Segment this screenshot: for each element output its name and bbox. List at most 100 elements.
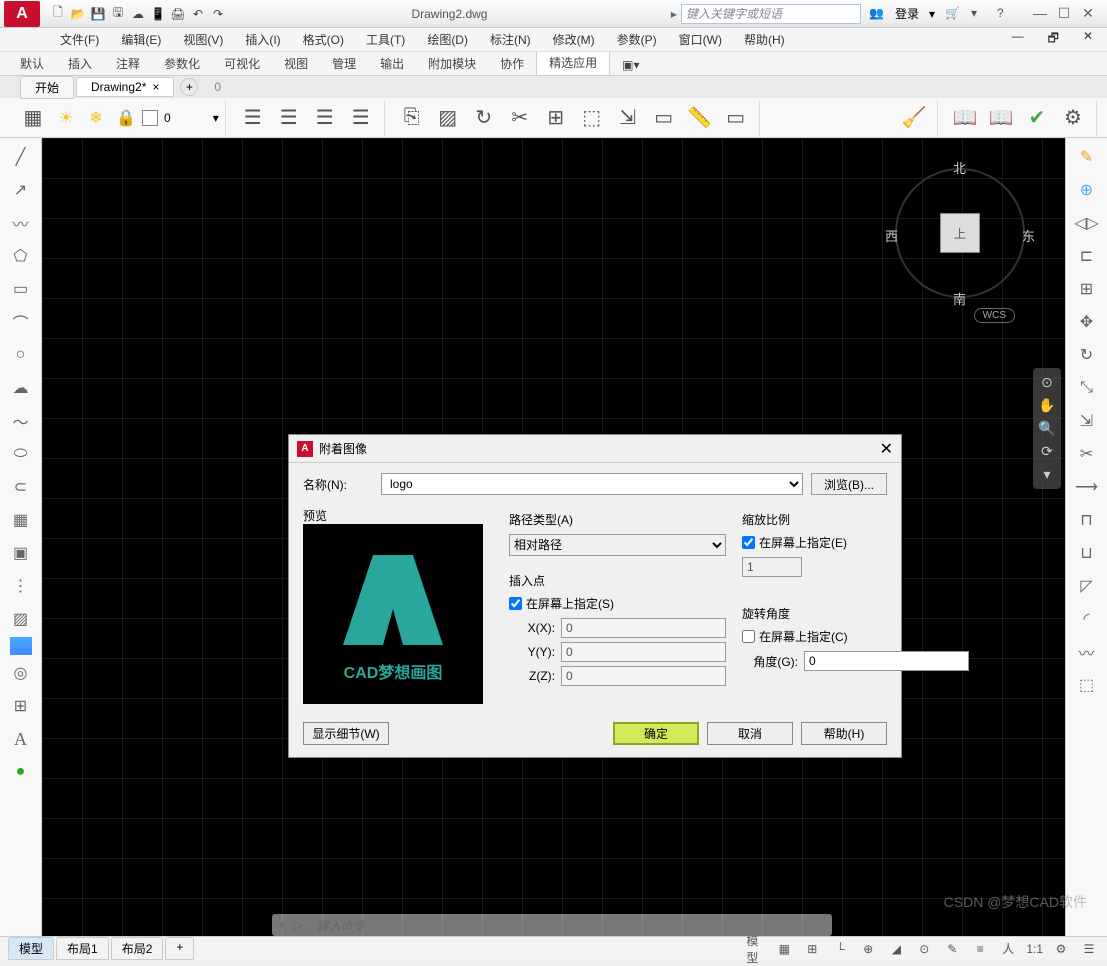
tab-add-icon[interactable]: +: [180, 78, 198, 96]
blend-icon[interactable]: 〰: [1072, 637, 1102, 667]
command-line[interactable]: × ▷_ 键入命令: [272, 914, 832, 936]
print-icon[interactable]: 🖨: [170, 6, 186, 22]
pencil-icon[interactable]: ✎: [1072, 142, 1102, 172]
insert-icon[interactable]: ▦: [6, 505, 36, 535]
cart-icon[interactable]: 🛒: [945, 6, 961, 22]
sb-lw-icon[interactable]: ≡: [970, 939, 990, 959]
menu-edit[interactable]: 编辑(E): [111, 29, 171, 50]
check-icon[interactable]: ✔: [1020, 101, 1054, 135]
cancel-button[interactable]: 取消: [707, 722, 793, 745]
drawing-canvas[interactable]: 上 北 南 东 西 WCS ⊙ ✋ 🔍 ⟳ ▾ × ▷_ 键入命令 A 附着图像…: [42, 138, 1065, 936]
group-icon[interactable]: ▭: [647, 101, 681, 135]
menu-draw[interactable]: 绘图(D): [417, 29, 478, 50]
hatch-icon[interactable]: ▨: [431, 101, 465, 135]
new-icon[interactable]: 🗋: [50, 6, 66, 22]
layer-box[interactable]: [142, 110, 158, 126]
menu-window[interactable]: 窗口(W): [669, 29, 732, 50]
scale-input[interactable]: [742, 557, 802, 577]
gradient-icon[interactable]: [10, 637, 32, 655]
tool-icon[interactable]: ⚙: [1056, 101, 1090, 135]
break-icon[interactable]: ⊓: [1072, 505, 1102, 535]
array2-icon[interactable]: ⊞: [1072, 274, 1102, 304]
rect-icon[interactable]: ▭: [6, 274, 36, 304]
compass-e[interactable]: 东: [1022, 226, 1035, 245]
chamfer-icon[interactable]: ◸: [1072, 571, 1102, 601]
book2-icon[interactable]: 📖: [984, 101, 1018, 135]
polygon-icon[interactable]: ⬠: [6, 241, 36, 271]
line-icon[interactable]: ╱: [6, 142, 36, 172]
select-icon[interactable]: ▭: [719, 101, 753, 135]
pathtype-select[interactable]: 相对路径: [509, 534, 726, 556]
mdi-min-icon[interactable]: —: [1002, 27, 1034, 52]
xline-icon[interactable]: ↗: [6, 175, 36, 205]
sb-人-icon[interactable]: 人: [998, 939, 1018, 959]
copy2-icon[interactable]: ⊕: [1072, 175, 1102, 205]
tab-featured[interactable]: 精选应用: [536, 50, 610, 75]
detail-button[interactable]: 显示细节(W): [303, 722, 389, 745]
login-button[interactable]: 登录: [895, 5, 919, 22]
menu-insert[interactable]: 插入(I): [235, 29, 290, 50]
dialog-titlebar[interactable]: A 附着图像 ✕: [289, 435, 901, 463]
angle-input[interactable]: [804, 651, 969, 671]
help-button[interactable]: 帮助(H): [801, 722, 887, 745]
layers2-icon[interactable]: ☰: [272, 101, 306, 135]
rotate2-icon[interactable]: ↻: [1072, 340, 1102, 370]
rotate-icon[interactable]: ↻: [467, 101, 501, 135]
mirror-icon[interactable]: ◁▷: [1072, 208, 1102, 238]
compass-s[interactable]: 南: [953, 289, 966, 308]
mdi-close-icon[interactable]: ✕: [1073, 27, 1103, 52]
spline-icon[interactable]: 〜: [6, 406, 36, 436]
block-icon[interactable]: ▣: [6, 538, 36, 568]
tab-manage[interactable]: 管理: [320, 52, 368, 75]
save-icon[interactable]: 💾: [90, 6, 106, 22]
move-icon[interactable]: ✥: [1072, 307, 1102, 337]
wcs-badge[interactable]: WCS: [974, 308, 1015, 323]
specify-e-checkbox[interactable]: [742, 536, 755, 549]
explode2-icon[interactable]: ⬚: [1072, 670, 1102, 700]
dropdown-icon[interactable]: ▾: [929, 7, 935, 21]
layers4-icon[interactable]: ☰: [344, 101, 378, 135]
x-input[interactable]: [561, 618, 726, 638]
table-icon[interactable]: ⊞: [6, 691, 36, 721]
sb-osnap-icon[interactable]: ⊙: [914, 939, 934, 959]
z-input[interactable]: [561, 666, 726, 686]
menu-format[interactable]: 格式(O): [293, 29, 354, 50]
app-icon[interactable]: ▾: [971, 6, 987, 22]
measure-icon[interactable]: 📏: [683, 101, 717, 135]
offset-icon[interactable]: ⊏: [1072, 241, 1102, 271]
saveas-icon[interactable]: 🖫: [110, 6, 126, 22]
explode-icon[interactable]: ⬚: [575, 101, 609, 135]
ellipse-icon[interactable]: ⬭: [6, 439, 36, 469]
sb-model[interactable]: 模型: [746, 939, 766, 959]
tab-drawing2[interactable]: Drawing2* ×: [76, 77, 174, 97]
menu-help[interactable]: 帮助(H): [734, 29, 795, 50]
specify-s-checkbox[interactable]: [509, 597, 522, 610]
tab-expand-icon[interactable]: ▣▾: [610, 55, 651, 75]
pline-icon[interactable]: 〰: [6, 208, 36, 238]
sb-menu-icon[interactable]: ☰: [1079, 939, 1099, 959]
broom-icon[interactable]: 🧹: [897, 101, 931, 135]
tab-collab[interactable]: 协作: [488, 52, 536, 75]
tab-addins[interactable]: 附加模块: [416, 52, 488, 75]
extend-icon[interactable]: ⟶: [1072, 472, 1102, 502]
arc-icon[interactable]: ⌒: [6, 307, 36, 337]
sb-dyn-icon[interactable]: ✎: [942, 939, 962, 959]
ellipsearc-icon[interactable]: ⊂: [6, 472, 36, 502]
layer-panel-icon[interactable]: ▦: [16, 101, 50, 135]
nav-bar[interactable]: ⊙ ✋ 🔍 ⟳ ▾: [1033, 368, 1061, 489]
mobile-icon[interactable]: 📱: [150, 6, 166, 22]
nav-more-icon[interactable]: ▾: [1043, 466, 1050, 483]
cmd-close-icon[interactable]: ×: [278, 918, 285, 932]
layout1-tab[interactable]: 布局1: [56, 937, 109, 960]
nav-wheel-icon[interactable]: ⊙: [1041, 374, 1053, 391]
help-icon[interactable]: ?: [997, 6, 1013, 22]
text-icon[interactable]: A: [6, 724, 36, 754]
sb-scale[interactable]: 1:1: [1026, 942, 1043, 956]
tab-param[interactable]: 参数化: [152, 52, 212, 75]
menu-dim[interactable]: 标注(N): [480, 29, 541, 50]
tab-insert[interactable]: 插入: [56, 52, 104, 75]
revcloud-icon[interactable]: ☁: [6, 373, 36, 403]
tab-default[interactable]: 默认: [8, 52, 56, 75]
hatch2-icon[interactable]: ▨: [6, 604, 36, 634]
freeze-icon[interactable]: ❄: [82, 104, 110, 132]
